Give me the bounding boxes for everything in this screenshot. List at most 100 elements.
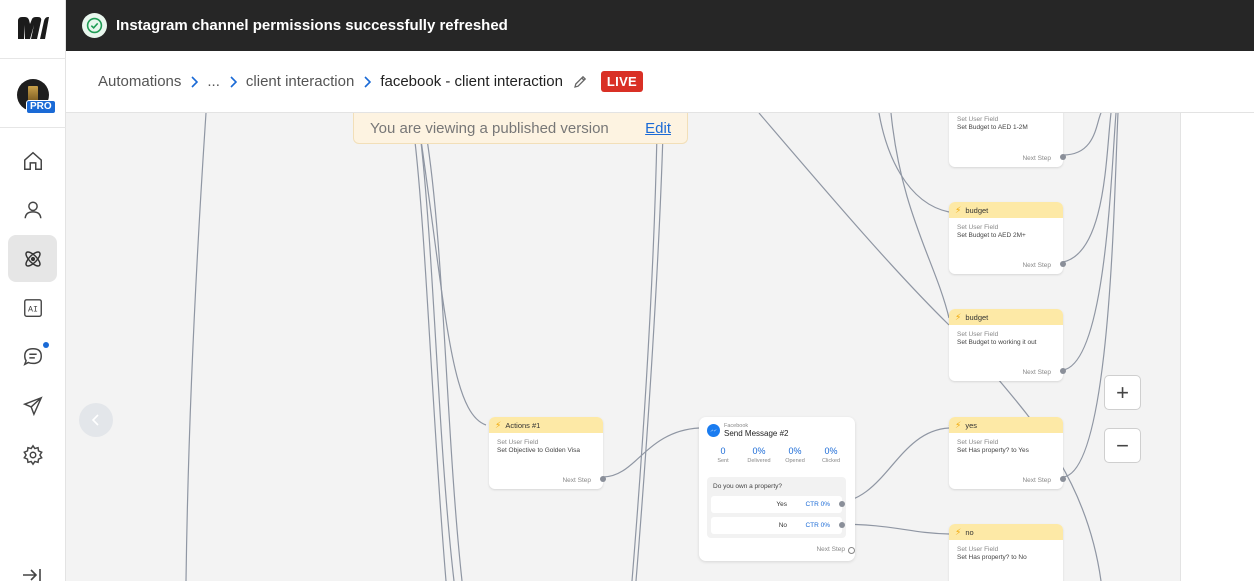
yes-card[interactable]: ⚡ yes Set User Field Set Has property? to… — [949, 417, 1066, 489]
toast-message: Instagram channel permissions successful… — [116, 17, 508, 34]
user-icon — [23, 200, 42, 218]
next-step-label: Next Step — [1022, 477, 1051, 484]
stat-sent: 0 Sent — [717, 446, 729, 464]
card-title: yes — [965, 420, 977, 430]
next-step-label: Next Step — [1022, 369, 1051, 376]
bolt-icon: ⚡ — [955, 204, 962, 215]
stat-clicked: 0% Clicked — [821, 446, 841, 464]
bolt-icon: ⚡ — [955, 526, 962, 537]
sidebar-item-settings[interactable] — [8, 431, 57, 478]
right-panel — [1180, 113, 1254, 581]
message-stats: 0 Sent 0% Delivered 0% Opened 0% Clicked — [705, 446, 849, 464]
atom-icon — [24, 250, 41, 267]
next-step-label: Next Step — [816, 546, 845, 553]
card-title: budget — [965, 312, 989, 322]
chevron-left-icon — [92, 414, 99, 426]
avatar[interactable]: PRO — [17, 79, 56, 114]
chevron-right-icon — [354, 75, 380, 88]
sidebar-item-contacts[interactable] — [8, 186, 57, 233]
sidebar-item-ai[interactable]: AI — [8, 284, 57, 331]
bolt-icon: ⚡ — [955, 419, 962, 430]
output-port[interactable] — [1060, 368, 1066, 374]
check-circle-icon — [82, 13, 107, 38]
next-step-label: Next Step — [1022, 155, 1051, 162]
gear-icon — [22, 444, 43, 465]
budget-card-2[interactable]: ⚡ budget Set User Field Set Budget to AED… — [949, 202, 1066, 274]
messenger-icon — [707, 424, 720, 437]
ai-icon: AI — [23, 298, 42, 317]
card-type: Set User Field — [497, 439, 539, 446]
breadcrumb-current: facebook - client interaction — [380, 73, 563, 90]
output-port[interactable] — [1060, 261, 1066, 267]
sidebar-item-automations[interactable] — [8, 235, 57, 282]
card-text: Set Has property? to No — [957, 554, 1027, 561]
sidebar: PRO AI — [0, 0, 66, 581]
output-port[interactable] — [600, 476, 606, 482]
card-type: Set User Field — [957, 116, 999, 123]
next-step-label: Next Step — [1022, 262, 1051, 269]
budget-card-1[interactable]: Set User Field Set Budget to AED 1-2M Ne… — [949, 113, 1066, 167]
flow-canvas[interactable]: You are viewing a published version Edit… — [66, 113, 1180, 581]
sidebar-item-home[interactable] — [8, 137, 57, 184]
output-port[interactable] — [1060, 476, 1066, 482]
option-yes[interactable]: Yes CTR 0% — [711, 496, 845, 513]
option-label: No — [778, 522, 787, 529]
manychat-logo[interactable] — [16, 15, 50, 41]
sidebar-item-messages[interactable] — [8, 333, 57, 380]
pro-badge: PRO — [26, 100, 56, 114]
card-text: Set Budget to AED 1-2M — [957, 124, 1028, 131]
sidebar-item-broadcasts[interactable] — [8, 382, 57, 429]
send-message-card[interactable]: Facebook Send Message #2 0 Sent 0% Deliver… — [699, 417, 855, 561]
breadcrumb: Automations ... client interaction faceb… — [66, 51, 1254, 113]
card-text: Set Budget to AED 2M+ — [957, 232, 1026, 239]
divider — [0, 58, 66, 59]
card-title: budget — [965, 205, 989, 215]
bolt-icon: ⚡ — [495, 419, 502, 430]
edit-link[interactable]: Edit — [645, 120, 671, 137]
panel-toggle-button[interactable] — [79, 403, 113, 437]
breadcrumb-ellipsis[interactable]: ... — [207, 73, 220, 90]
collapse-sidebar-icon[interactable] — [21, 568, 43, 581]
stat-opened: 0% Opened — [785, 446, 805, 464]
breadcrumb-folder[interactable]: client interaction — [246, 73, 354, 90]
option-label: Yes — [776, 501, 787, 508]
card-text: Set Has property? to Yes — [957, 447, 1029, 454]
card-type: Set User Field — [957, 331, 999, 338]
output-port[interactable] — [839, 522, 845, 528]
zoom-out-button[interactable]: − — [1104, 428, 1141, 463]
actions-card[interactable]: ⚡ Actions #1 Set User Field Set Objective… — [489, 417, 606, 489]
card-text: Set Budget to working it out — [957, 339, 1037, 346]
chevron-right-icon — [220, 75, 246, 88]
home-icon — [23, 151, 42, 170]
card-title: Send Message #2 — [724, 429, 789, 438]
budget-card-3[interactable]: ⚡ budget Set User Field Set Budget to wor… — [949, 309, 1066, 381]
option-ctr: CTR 0% — [805, 501, 830, 508]
status-badge: LIVE — [600, 71, 644, 92]
divider — [0, 127, 66, 128]
zoom-in-button[interactable]: + — [1104, 375, 1141, 410]
output-port[interactable] — [848, 547, 855, 554]
output-port[interactable] — [839, 501, 845, 507]
send-icon — [22, 395, 43, 416]
question-block: Do you own a property? Yes CTR 0% No CTR… — [707, 477, 846, 538]
option-ctr: CTR 0% — [805, 522, 830, 529]
published-text: You are viewing a published version — [370, 119, 609, 137]
card-type: Set User Field — [957, 224, 999, 231]
success-toast: Instagram channel permissions successful… — [66, 0, 1254, 51]
card-title: Actions #1 — [505, 420, 541, 430]
output-port[interactable] — [1060, 154, 1066, 160]
svg-text:AI: AI — [28, 305, 38, 314]
notification-dot — [43, 342, 49, 348]
card-type: Set User Field — [957, 439, 999, 446]
card-title: no — [965, 527, 974, 537]
question-text: Do you own a property? — [713, 483, 783, 490]
bolt-icon: ⚡ — [955, 311, 962, 322]
option-no[interactable]: No CTR 0% — [711, 517, 845, 534]
chat-icon — [22, 347, 42, 366]
breadcrumb-automations[interactable]: Automations — [98, 73, 181, 90]
next-step-label: Next Step — [562, 477, 591, 484]
card-type: Set User Field — [957, 546, 999, 553]
pencil-icon[interactable] — [572, 74, 588, 90]
no-card[interactable]: ⚡ no Set User Field Set Has property? to … — [949, 524, 1063, 581]
stat-delivered: 0% Delivered — [747, 446, 771, 464]
